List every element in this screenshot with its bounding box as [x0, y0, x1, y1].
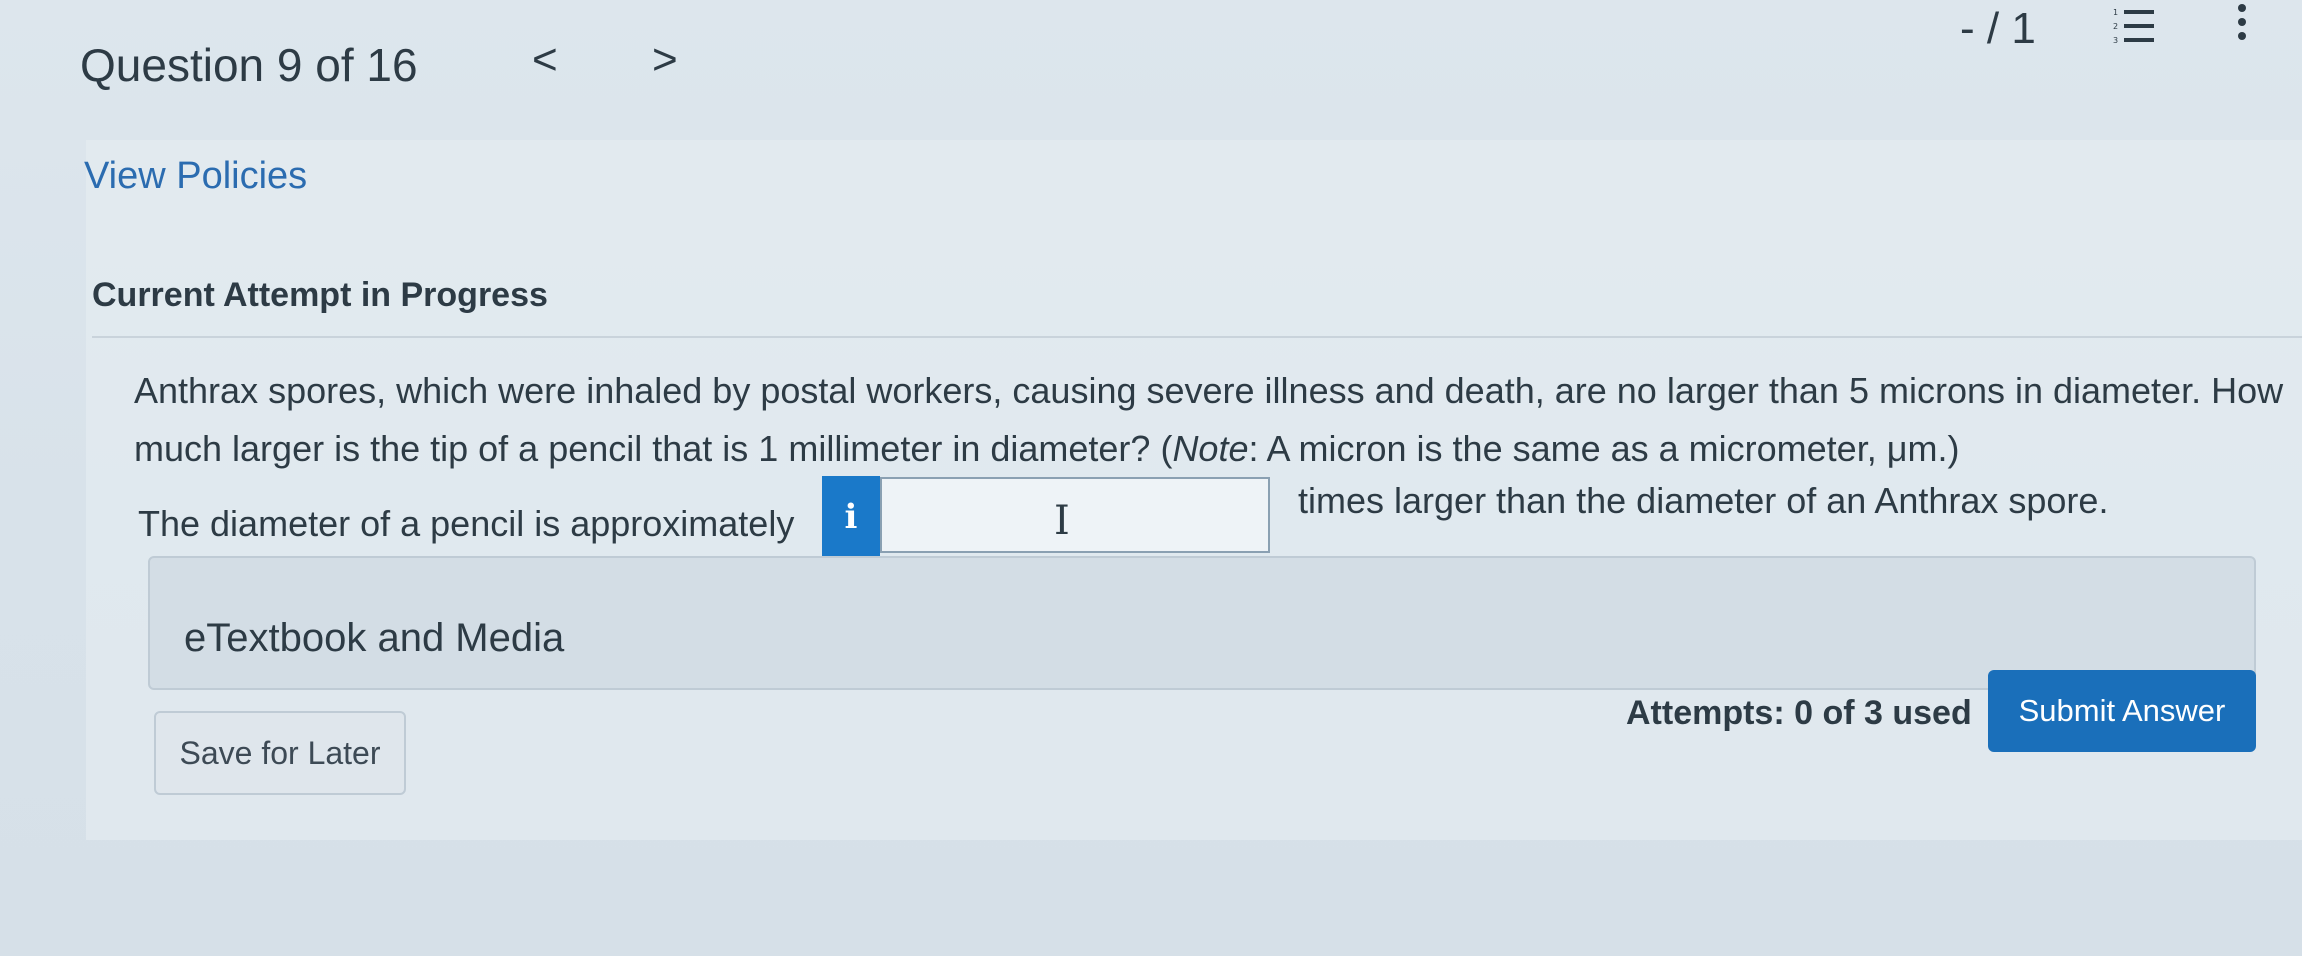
- question-note-text: : A micron is the same as a micrometer, …: [1248, 428, 1960, 469]
- etextbook-media-label: eTextbook and Media: [184, 616, 565, 660]
- submit-answer-button[interactable]: Submit Answer: [1988, 670, 2256, 752]
- text-cursor-icon: I: [1054, 498, 1070, 544]
- attempt-heading: Current Attempt in Progress: [92, 276, 548, 314]
- view-policies-link[interactable]: View Policies: [84, 155, 307, 198]
- previous-question-button[interactable]: <: [532, 38, 558, 82]
- question-counter: Question 9 of 16: [80, 39, 418, 91]
- answer-tail-text: times larger than the diameter of an Ant…: [1298, 480, 2109, 521]
- etextbook-media-panel[interactable]: eTextbook and Media: [148, 556, 2256, 690]
- section-divider: [92, 336, 2302, 338]
- svg-text:3: 3: [2113, 36, 2118, 45]
- svg-text:1: 1: [2113, 8, 2118, 17]
- save-for-later-button[interactable]: Save for Later: [154, 711, 406, 795]
- question-score: - / 1: [1960, 4, 2036, 53]
- more-options-icon[interactable]: [2232, 4, 2252, 44]
- next-question-button[interactable]: >: [652, 38, 678, 82]
- attempts-counter: Attempts: 0 of 3 used: [1626, 694, 1972, 732]
- numbered-list-icon[interactable]: 1 2 3: [2112, 6, 2156, 46]
- svg-text:2: 2: [2113, 22, 2118, 31]
- answer-lead-text: The diameter of a pencil is approximatel…: [138, 503, 795, 544]
- question-note-label: Note: [1172, 428, 1249, 469]
- question-text: Anthrax spores, which were inhaled by po…: [134, 362, 2284, 478]
- answer-input[interactable]: [880, 477, 1270, 553]
- info-icon[interactable]: i: [822, 476, 880, 558]
